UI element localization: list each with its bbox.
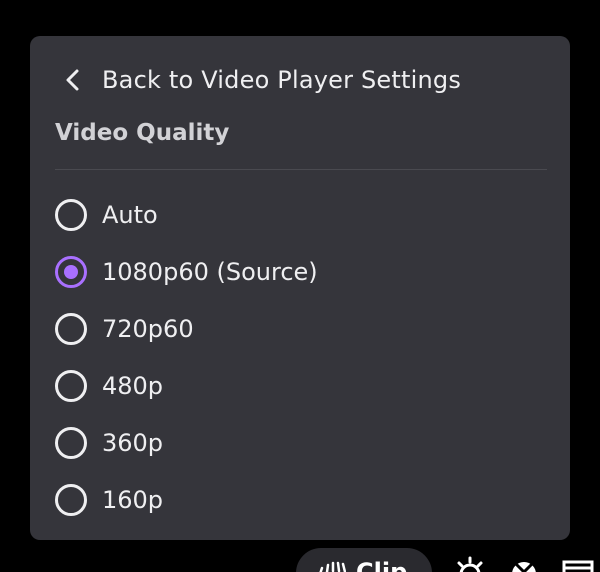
fullscreen-icon[interactable] xyxy=(562,556,594,572)
radio-button-selected[interactable] xyxy=(55,255,87,288)
clip-button[interactable]: Clip xyxy=(296,548,432,572)
radio-button[interactable] xyxy=(55,312,87,345)
divider xyxy=(55,169,547,170)
quality-options-list: Auto 1080p60 (Source) 720p60 480p 360p 1… xyxy=(55,186,545,528)
radio-button[interactable] xyxy=(55,426,87,459)
quality-option-360p[interactable]: 360p xyxy=(55,414,545,471)
video-player-area: Back to Video Player Settings Video Qual… xyxy=(0,0,600,572)
back-to-settings-button[interactable]: Back to Video Player Settings xyxy=(54,60,461,100)
settings-icon[interactable] xyxy=(454,556,486,572)
option-label: 1080p60 (Source) xyxy=(102,257,318,286)
quality-option-160p[interactable]: 160p xyxy=(55,471,545,528)
option-label: 480p xyxy=(102,371,164,400)
quality-option-720p60[interactable]: 720p60 xyxy=(55,300,545,357)
quality-option-auto[interactable]: Auto xyxy=(55,186,545,243)
option-label: 360p xyxy=(102,428,164,457)
clip-icon xyxy=(316,560,347,572)
option-label: 160p xyxy=(102,485,164,514)
quality-option-1080p60[interactable]: 1080p60 (Source) xyxy=(55,243,545,300)
radio-button[interactable] xyxy=(55,198,87,231)
radio-button[interactable] xyxy=(55,369,87,402)
quality-settings-menu: Back to Video Player Settings Video Qual… xyxy=(30,36,570,540)
option-label: 720p60 xyxy=(102,314,194,343)
theatre-mode-icon[interactable] xyxy=(508,556,540,572)
option-label: Auto xyxy=(102,200,158,229)
radio-button[interactable] xyxy=(55,483,87,516)
back-label: Back to Video Player Settings xyxy=(102,66,462,94)
chevron-left-icon xyxy=(62,69,84,91)
quality-option-480p[interactable]: 480p xyxy=(55,357,545,414)
clip-label: Clip xyxy=(356,558,408,572)
section-title: Video Quality xyxy=(55,120,230,146)
